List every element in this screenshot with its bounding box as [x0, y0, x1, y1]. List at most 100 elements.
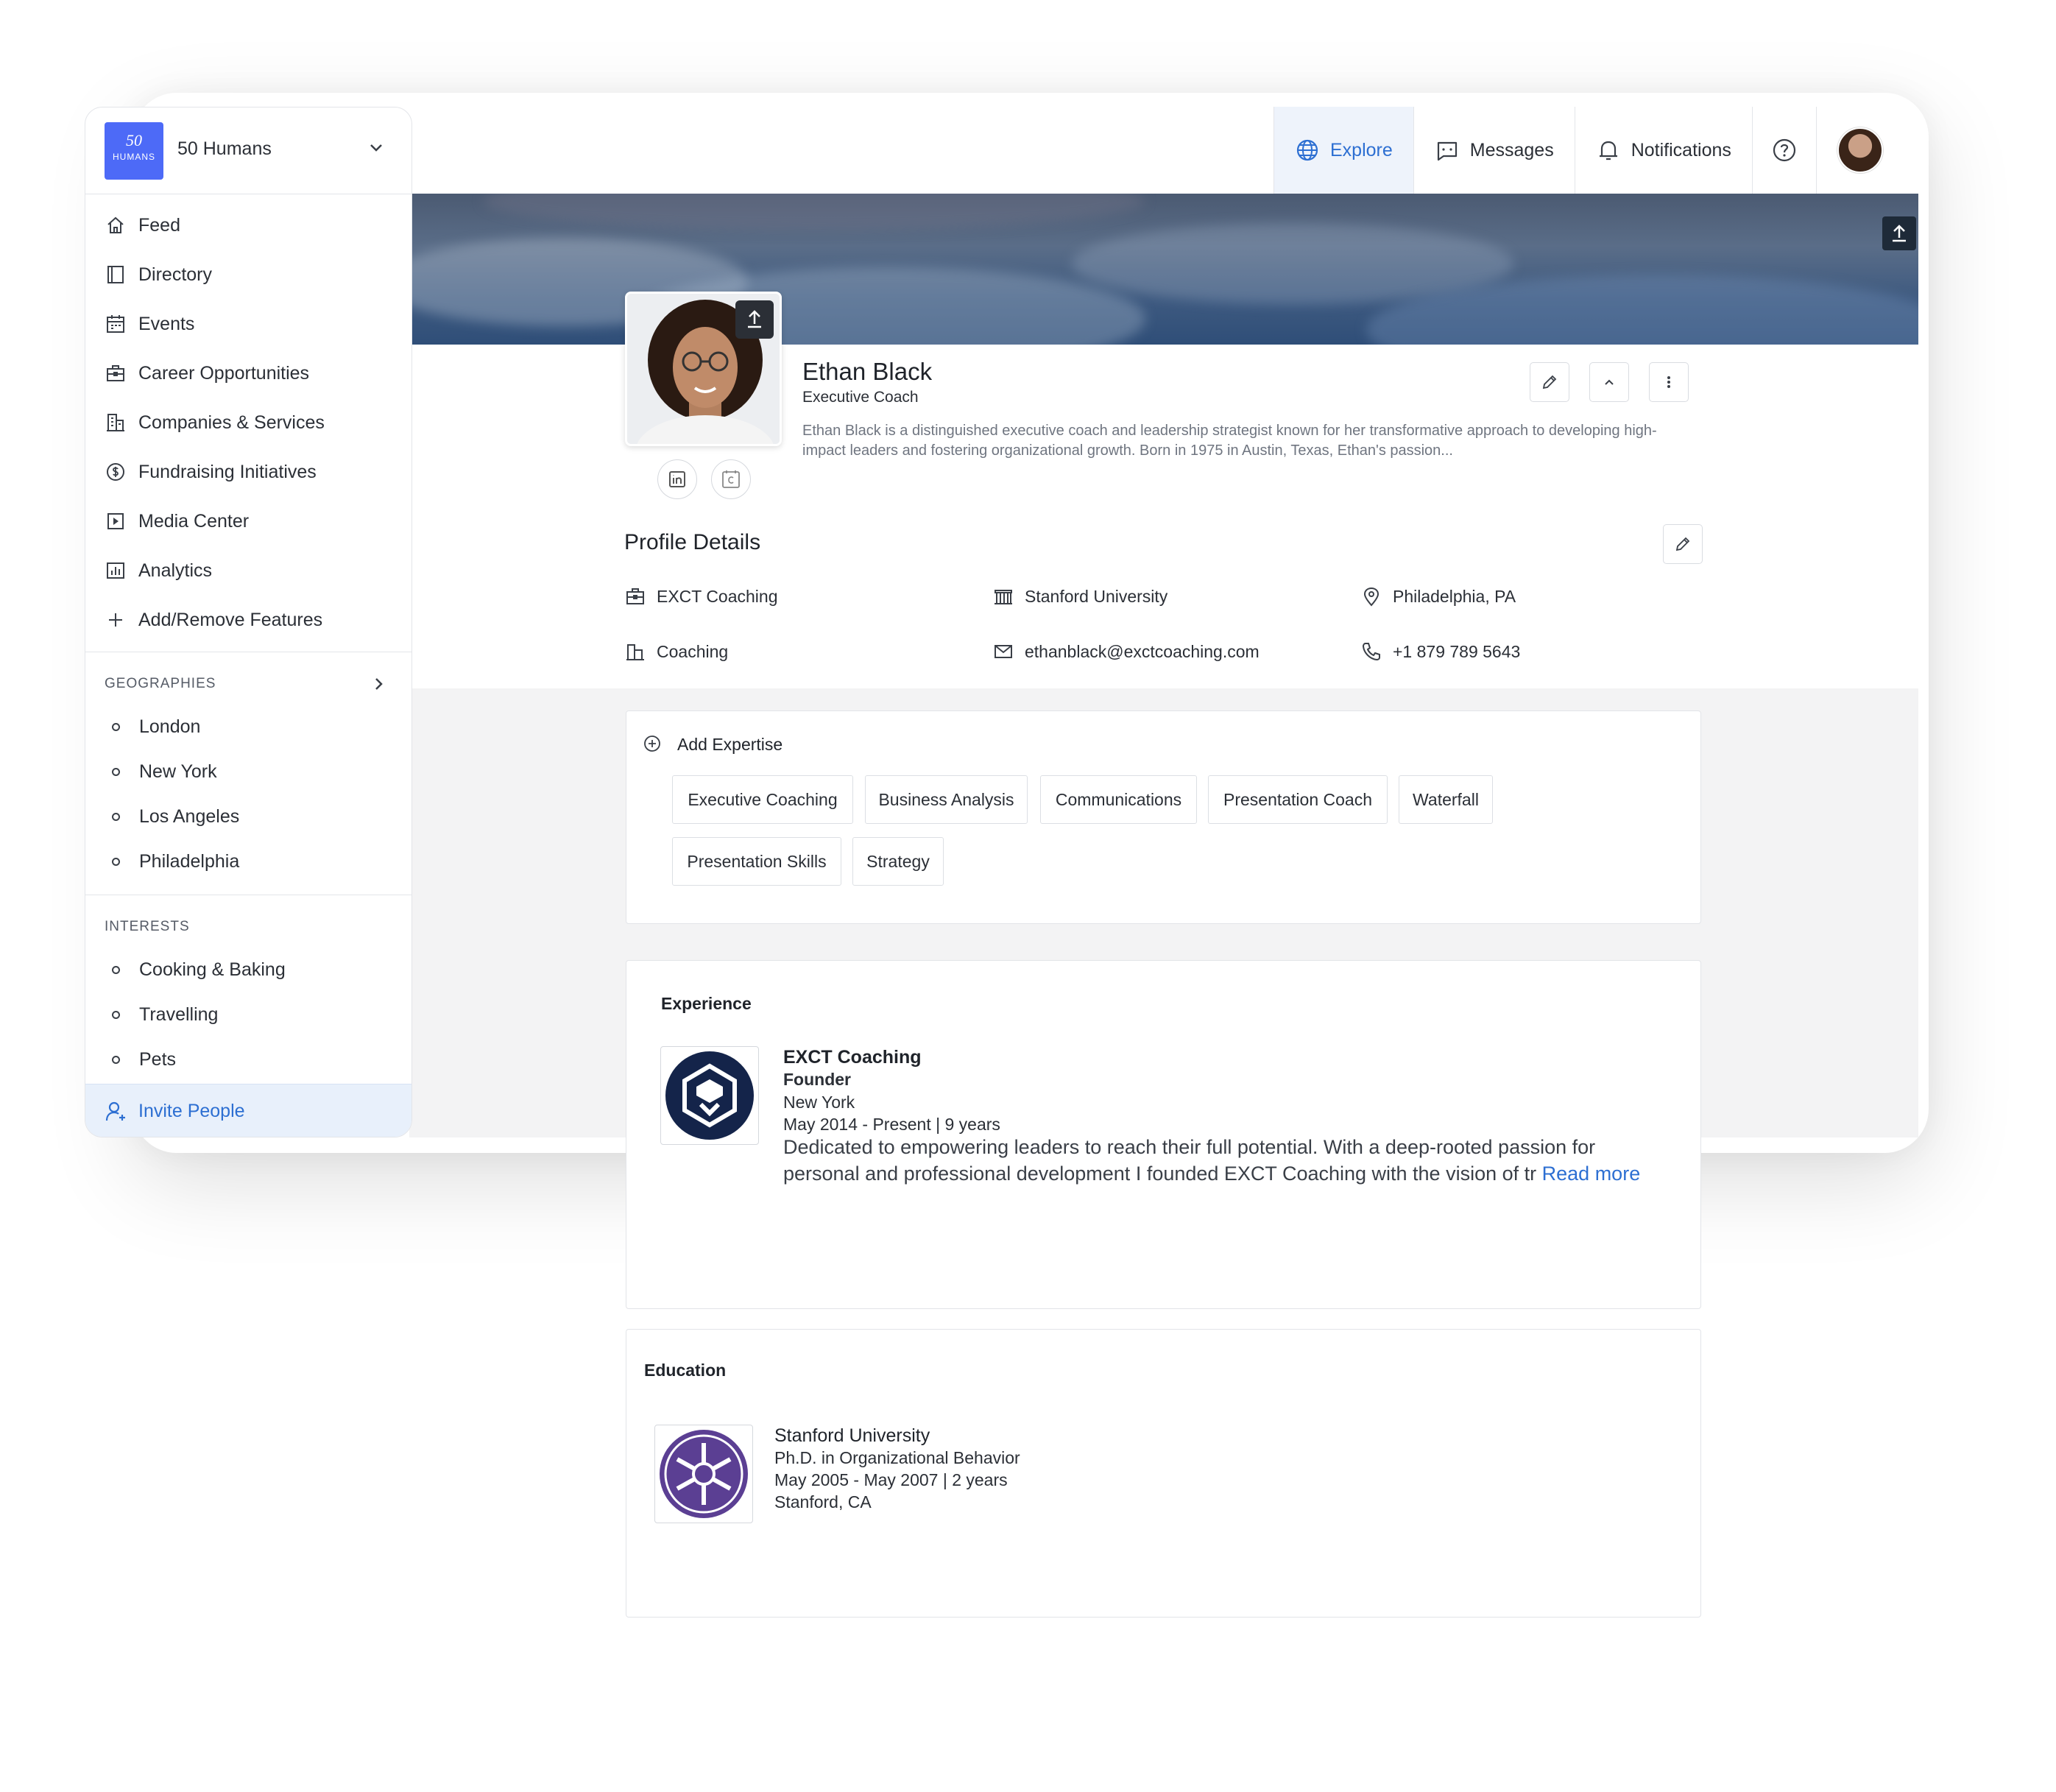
chevron-down-icon[interactable]	[365, 137, 387, 159]
briefcase-icon	[107, 365, 124, 381]
nav-analytics[interactable]: Analytics	[105, 552, 399, 589]
education-heading: Education	[644, 1361, 727, 1380]
sidebar: 50 HUMANS 50 Humans Feed Directory Event…	[85, 107, 412, 1137]
message-icon	[1437, 141, 1457, 161]
detail-email[interactable]: ethanblack@exctcoaching.com	[992, 638, 1260, 665]
bar-chart-icon	[107, 562, 124, 579]
edit-profile-button[interactable]	[1530, 362, 1569, 402]
education-dates: May 2005 - May 2007 | 2 years	[774, 1470, 1008, 1489]
upload-photo-button[interactable]	[735, 300, 774, 339]
chevron-up-icon	[1605, 379, 1614, 385]
help-button[interactable]	[1751, 107, 1816, 194]
building-icon	[107, 414, 124, 431]
read-more-link[interactable]: Read more	[1542, 1163, 1641, 1185]
bell-icon	[1599, 141, 1617, 160]
add-user-icon	[105, 1101, 125, 1121]
globe-icon	[1296, 139, 1318, 161]
top-navigation: Explore Messages Notifications	[1273, 107, 1904, 194]
nav-messages[interactable]: Messages	[1413, 107, 1575, 194]
interest-item[interactable]: Pets	[105, 1041, 176, 1078]
help-icon	[1773, 138, 1795, 162]
nav-label: Events	[138, 313, 195, 334]
nav-add-remove-features[interactable]: Add/Remove Features	[105, 602, 399, 638]
expertise-chip[interactable]: Presentation Coach	[1208, 775, 1388, 824]
profile-details-heading: Profile Details	[624, 530, 761, 554]
geography-item[interactable]: New York	[105, 753, 217, 790]
nav-label: Companies & Services	[138, 412, 325, 433]
expertise-chip[interactable]: Strategy	[852, 837, 944, 886]
expertise-chip[interactable]: Executive Coaching	[672, 775, 853, 824]
geography-item[interactable]: London	[105, 708, 200, 745]
nav-media[interactable]: Media Center	[105, 503, 399, 540]
org-name[interactable]: 50 Humans	[177, 138, 272, 160]
chevron-right-icon[interactable]	[369, 674, 388, 694]
education-degree: Ph.D. in Organizational Behavior	[774, 1448, 1020, 1467]
dollar-circle-icon	[107, 463, 124, 481]
geographies-heading: GEOGRAPHIES	[105, 676, 216, 691]
expertise-chip[interactable]: Business Analysis	[865, 775, 1028, 824]
nav-feed[interactable]: Feed	[105, 207, 399, 244]
nav-label: Feed	[138, 214, 180, 236]
nav-directory[interactable]: Directory	[105, 256, 399, 293]
expertise-chip[interactable]: Waterfall	[1399, 775, 1493, 824]
geography-item[interactable]: Philadelphia	[105, 843, 239, 880]
detail-phone[interactable]: +1 879 789 5643	[1360, 638, 1520, 665]
interest-item[interactable]: Cooking & Baking	[105, 951, 286, 988]
linkedin-button[interactable]	[657, 459, 697, 499]
home-icon	[107, 216, 124, 233]
interest-item[interactable]: Travelling	[105, 996, 218, 1033]
nav-explore[interactable]: Explore	[1273, 107, 1413, 194]
plus-icon	[109, 613, 122, 627]
nav-events[interactable]: Events	[105, 306, 399, 342]
detail-school: Stanford University	[992, 583, 1167, 610]
add-circle-icon[interactable]	[643, 734, 662, 753]
nav-label: Media Center	[138, 510, 250, 532]
experience-heading: Experience	[661, 994, 752, 1013]
location-pin-icon	[1363, 587, 1380, 607]
nav-label: Fundraising Initiatives	[138, 461, 317, 482]
org-logo: 50 HUMANS	[105, 122, 163, 180]
experience-location: New York	[783, 1093, 855, 1112]
nav-label: Directory	[138, 264, 213, 285]
calendly-icon	[722, 470, 740, 488]
experience-description: Dedicated to empowering leaders to reach…	[783, 1136, 1596, 1158]
add-expertise-button[interactable]: Add Expertise	[677, 735, 783, 755]
user-menu[interactable]	[1815, 107, 1904, 194]
upload-cover-button[interactable]	[1882, 216, 1916, 250]
nav-fundraising[interactable]: Fundraising Initiatives	[105, 454, 399, 490]
experience-role: Founder	[783, 1070, 851, 1089]
mail-icon	[995, 645, 1012, 658]
nav-label: Analytics	[138, 560, 213, 581]
phone-icon	[1362, 643, 1380, 661]
more-options-button[interactable]	[1649, 362, 1689, 402]
building-icon	[626, 644, 644, 660]
nav-label: Add/Remove Features	[138, 609, 323, 630]
edit-details-button[interactable]	[1663, 524, 1703, 564]
company-logo	[660, 1046, 759, 1145]
expertise-chip[interactable]: Communications	[1040, 775, 1197, 824]
university-icon	[995, 590, 1012, 604]
detail-industry: Coaching	[624, 638, 728, 665]
avatar	[1837, 127, 1883, 173]
invite-people-button[interactable]: Invite People	[85, 1084, 411, 1137]
collapse-button[interactable]	[1589, 362, 1629, 402]
experience-dates: May 2014 - Present | 9 years	[783, 1115, 1000, 1134]
upload-icon	[1893, 225, 1906, 242]
nav-label: Career Opportunities	[138, 362, 310, 384]
experience-description-cont: personal and professional development I …	[783, 1163, 1641, 1185]
expertise-chip[interactable]: Presentation Skills	[672, 837, 841, 886]
nav-notifications[interactable]: Notifications	[1574, 107, 1752, 194]
linkedin-icon	[669, 471, 685, 487]
profile-bio: Ethan Black is a distinguished executive…	[802, 423, 1657, 459]
profile-title: Executive Coach	[802, 389, 919, 406]
profile-name: Ethan Black	[802, 358, 933, 385]
experience-card	[626, 960, 1701, 1309]
nav-companies[interactable]: Companies & Services	[105, 404, 399, 441]
school-logo	[654, 1425, 753, 1523]
nav-career[interactable]: Career Opportunities	[105, 355, 399, 392]
geography-item[interactable]: Los Angeles	[105, 798, 239, 835]
briefcase-icon	[626, 588, 644, 604]
calendar-link-button[interactable]	[711, 459, 751, 499]
detail-location: Philadelphia, PA	[1360, 583, 1516, 610]
calendar-icon	[107, 315, 124, 333]
